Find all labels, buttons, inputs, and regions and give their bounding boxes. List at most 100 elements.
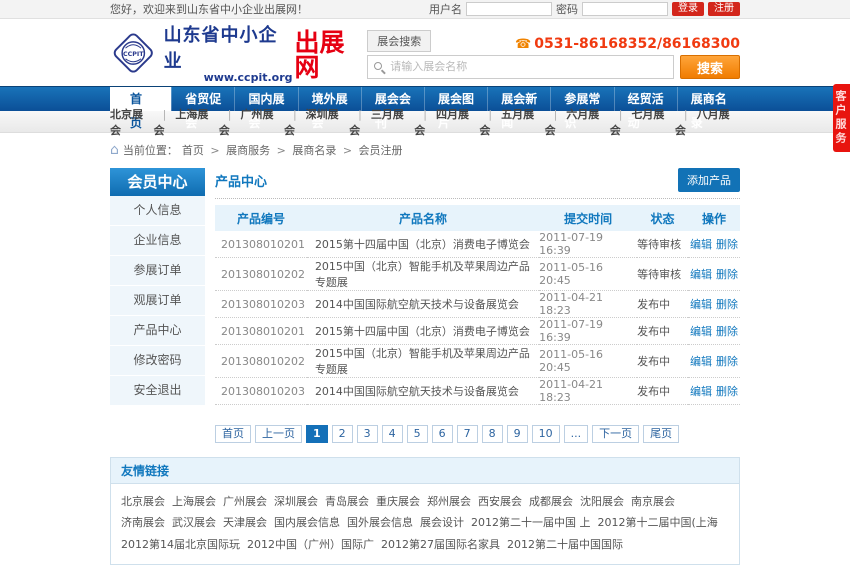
friend-link[interactable]: 2012第十二届中国(上海 xyxy=(598,516,718,529)
sidebar-item[interactable]: 企业信息 xyxy=(110,226,205,256)
edit-link[interactable]: 编辑 xyxy=(690,298,712,311)
search-tab[interactable]: 展会搜索 xyxy=(367,30,431,52)
username-input[interactable] xyxy=(466,2,552,16)
edit-link[interactable]: 编辑 xyxy=(690,238,712,251)
page-button[interactable]: 3 xyxy=(357,425,378,443)
password-input[interactable] xyxy=(582,2,668,16)
friend-link[interactable]: 2012中国（广州）国际广 xyxy=(247,538,374,551)
friend-link[interactable]: 北京展会 xyxy=(121,495,165,508)
subnav-item[interactable]: 五月展会 xyxy=(479,106,544,138)
edit-link[interactable]: 编辑 xyxy=(690,385,712,398)
sub-nav: 北京展会上海展会广州展会深圳展会三月展会四月展会五月展会六月展会七月展会八月展会 xyxy=(110,111,740,132)
friend-link[interactable]: 郑州展会 xyxy=(427,495,471,508)
friend-link[interactable]: 展会设计 xyxy=(420,516,464,529)
home-icon[interactable]: ⌂ xyxy=(110,145,119,156)
sidebar-item[interactable]: 参展订单 xyxy=(110,256,205,286)
delete-link[interactable]: 删除 xyxy=(716,385,738,398)
breadcrumb-link[interactable]: 展商服务 xyxy=(204,144,270,157)
friend-link[interactable]: 2012第二十一届中国 上 xyxy=(471,516,591,529)
friend-links-list: 北京展会上海展会广州展会深圳展会青岛展会重庆展会郑州展会西安展会成都展会沈阳展会… xyxy=(111,484,739,564)
page-button[interactable]: ... xyxy=(564,425,589,443)
page-button[interactable]: 首页 xyxy=(215,425,251,443)
friend-link[interactable]: 济南展会 xyxy=(121,516,165,529)
welcome-text: 您好，欢迎来到山东省中小企业出展网！ xyxy=(110,1,308,17)
page-button[interactable]: 上一页 xyxy=(255,425,302,443)
product-id: 201308010202 xyxy=(215,258,307,291)
friend-link[interactable]: 成都展会 xyxy=(529,495,573,508)
table-header-cell: 状态 xyxy=(637,205,688,231)
page-button[interactable]: 7 xyxy=(457,425,478,443)
friend-links-title: 友情链接 xyxy=(111,458,739,484)
table-header-cell: 产品名称 xyxy=(307,205,539,231)
subnav-item[interactable]: 七月展会 xyxy=(610,106,675,138)
subnav-item[interactable]: 六月展会 xyxy=(545,106,610,138)
site-logo[interactable]: CCPIT 山东省中小企业 www.ccpit.org 出展网 xyxy=(110,21,367,84)
page-button[interactable]: 9 xyxy=(507,425,528,443)
friend-link[interactable]: 重庆展会 xyxy=(376,495,420,508)
page-button[interactable]: 尾页 xyxy=(643,425,679,443)
sidebar-item[interactable]: 修改密码 xyxy=(110,346,205,376)
friend-link[interactable]: 武汉展会 xyxy=(172,516,216,529)
delete-link[interactable]: 删除 xyxy=(716,268,738,281)
page-button[interactable]: 下一页 xyxy=(592,425,639,443)
friend-link[interactable]: 深圳展会 xyxy=(274,495,318,508)
breadcrumb-links: 首页展商服务展商名录会员注册 xyxy=(182,142,403,158)
delete-link[interactable]: 删除 xyxy=(716,355,738,368)
friend-link[interactable]: 广州展会 xyxy=(223,495,267,508)
friend-link[interactable]: 国内展会信息 xyxy=(274,516,340,529)
page-button[interactable]: 2 xyxy=(332,425,353,443)
friend-link[interactable]: 2012第14届北京国际玩 xyxy=(121,538,240,551)
friend-link[interactable]: 2012第二十届中国国际 xyxy=(507,538,623,551)
breadcrumb-link[interactable]: 首页 xyxy=(182,144,204,157)
friend-link[interactable]: 南京展会 xyxy=(631,495,675,508)
subnav-item[interactable]: 四月展会 xyxy=(414,106,479,138)
sidebar-item[interactable]: 个人信息 xyxy=(110,196,205,226)
page-button[interactable]: 10 xyxy=(532,425,560,443)
content: 会员中心 个人信息企业信息参展订单观展订单产品中心修改密码安全退出 产品中心 添… xyxy=(110,168,740,443)
breadcrumb-link[interactable]: 会员注册 xyxy=(336,144,402,157)
edit-link[interactable]: 编辑 xyxy=(690,355,712,368)
status-text: 发布中 xyxy=(637,318,688,345)
product-name[interactable]: 2015中国（北京）智能手机及苹果周边产品专题展 xyxy=(307,345,539,378)
friend-link[interactable]: 西安展会 xyxy=(478,495,522,508)
page-button[interactable]: 5 xyxy=(407,425,428,443)
friend-link[interactable]: 上海展会 xyxy=(172,495,216,508)
panel-title: 产品中心 xyxy=(215,171,267,190)
delete-link[interactable]: 删除 xyxy=(716,325,738,338)
edit-link[interactable]: 编辑 xyxy=(690,268,712,281)
delete-link[interactable]: 删除 xyxy=(716,298,738,311)
breadcrumb-link[interactable]: 展商名录 xyxy=(270,144,336,157)
subnav-item[interactable]: 上海展会 xyxy=(154,106,219,138)
product-name[interactable]: 2015第十四届中国（北京）消费电子博览会 xyxy=(307,231,539,258)
subnav-item[interactable]: 三月展会 xyxy=(349,106,414,138)
product-name[interactable]: 2015中国（北京）智能手机及苹果周边产品专题展 xyxy=(307,258,539,291)
subnav-item[interactable]: 深圳展会 xyxy=(284,106,349,138)
product-name[interactable]: 2014中国国际航空航天技术与设备展览会 xyxy=(307,378,539,405)
friend-link[interactable]: 青岛展会 xyxy=(325,495,369,508)
subnav-item[interactable]: 八月展会 xyxy=(675,106,740,138)
sidebar-item[interactable]: 产品中心 xyxy=(110,316,205,346)
friend-link[interactable]: 国外展会信息 xyxy=(347,516,413,529)
login-button[interactable]: 登录 xyxy=(672,2,704,16)
sidebar-item[interactable]: 观展订单 xyxy=(110,286,205,316)
product-name[interactable]: 2014中国国际航空航天技术与设备展览会 xyxy=(307,291,539,318)
page-button[interactable]: 8 xyxy=(482,425,503,443)
search-input[interactable] xyxy=(367,55,674,79)
page-button[interactable]: 1 xyxy=(306,425,328,443)
friend-link[interactable]: 天津展会 xyxy=(223,516,267,529)
product-name[interactable]: 2015第十四届中国（北京）消费电子博览会 xyxy=(307,318,539,345)
table-header-cell: 提交时间 xyxy=(539,205,637,231)
friend-link[interactable]: 2012第27届国际名家具 xyxy=(381,538,500,551)
subnav-item[interactable]: 北京展会 xyxy=(110,106,154,138)
delete-link[interactable]: 删除 xyxy=(716,238,738,251)
friend-link[interactable]: 沈阳展会 xyxy=(580,495,624,508)
page-button[interactable]: 6 xyxy=(432,425,453,443)
edit-link[interactable]: 编辑 xyxy=(690,325,712,338)
search-button[interactable]: 搜索 xyxy=(680,55,740,79)
customer-service-tab[interactable]: 客户服务 xyxy=(833,84,850,152)
add-product-button[interactable]: 添加产品 xyxy=(678,168,740,192)
page-button[interactable]: 4 xyxy=(382,425,403,443)
register-button[interactable]: 注册 xyxy=(708,2,740,16)
subnav-item[interactable]: 广州展会 xyxy=(219,106,284,138)
sidebar-item[interactable]: 安全退出 xyxy=(110,376,205,406)
